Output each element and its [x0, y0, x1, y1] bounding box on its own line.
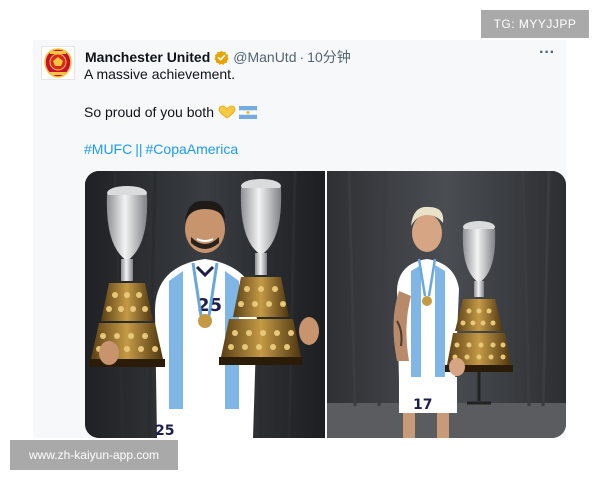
yellow-heart-emoji-icon: [218, 105, 236, 119]
photo-left-scene: 25 25: [85, 171, 325, 438]
photo-right-scene: 17: [327, 171, 566, 438]
hashtag-mufc[interactable]: #MUFC: [84, 141, 132, 157]
right-jersey-number: 17: [413, 397, 432, 413]
tweet-header: Manchester United @ManUtd · 10分钟: [85, 47, 556, 67]
header-separator: ·: [299, 49, 305, 65]
club-crest-icon: [44, 48, 72, 78]
more-options-button[interactable]: ···: [536, 44, 558, 64]
tweet-photo-right[interactable]: 17: [327, 171, 566, 438]
tweet-text-line-2: So proud of you both: [84, 104, 257, 120]
tweet-text-line-1: A massive achievement.: [84, 66, 235, 82]
left-jersey-number: 25: [155, 423, 174, 438]
tweet-card[interactable]: Manchester United @ManUtd · 10分钟 ··· A m…: [33, 40, 566, 438]
tweet-photo-left[interactable]: 25 25: [85, 171, 325, 438]
watermark-bottom: www.zh-kaiyun-app.com: [10, 440, 178, 470]
account-handle[interactable]: @ManUtd: [233, 49, 296, 65]
screenshot: TG: MYYJJPP Manchester United @ManUtd · …: [0, 0, 600, 480]
hashtag-line: #MUFC || #CopaAmerica: [84, 141, 238, 157]
hashtag-separator: ||: [135, 141, 143, 157]
watermark-top: TG: MYYJJPP: [481, 10, 589, 38]
tweet-text-line-2-text: So proud of you both: [84, 104, 214, 120]
account-name[interactable]: Manchester United: [85, 49, 210, 65]
hashtag-copa-america[interactable]: #CopaAmerica: [146, 141, 239, 157]
post-time[interactable]: 10分钟: [307, 47, 351, 67]
avatar[interactable]: [41, 46, 75, 80]
verified-badge-icon: [214, 50, 229, 65]
argentina-flag-emoji-icon: [239, 105, 257, 119]
